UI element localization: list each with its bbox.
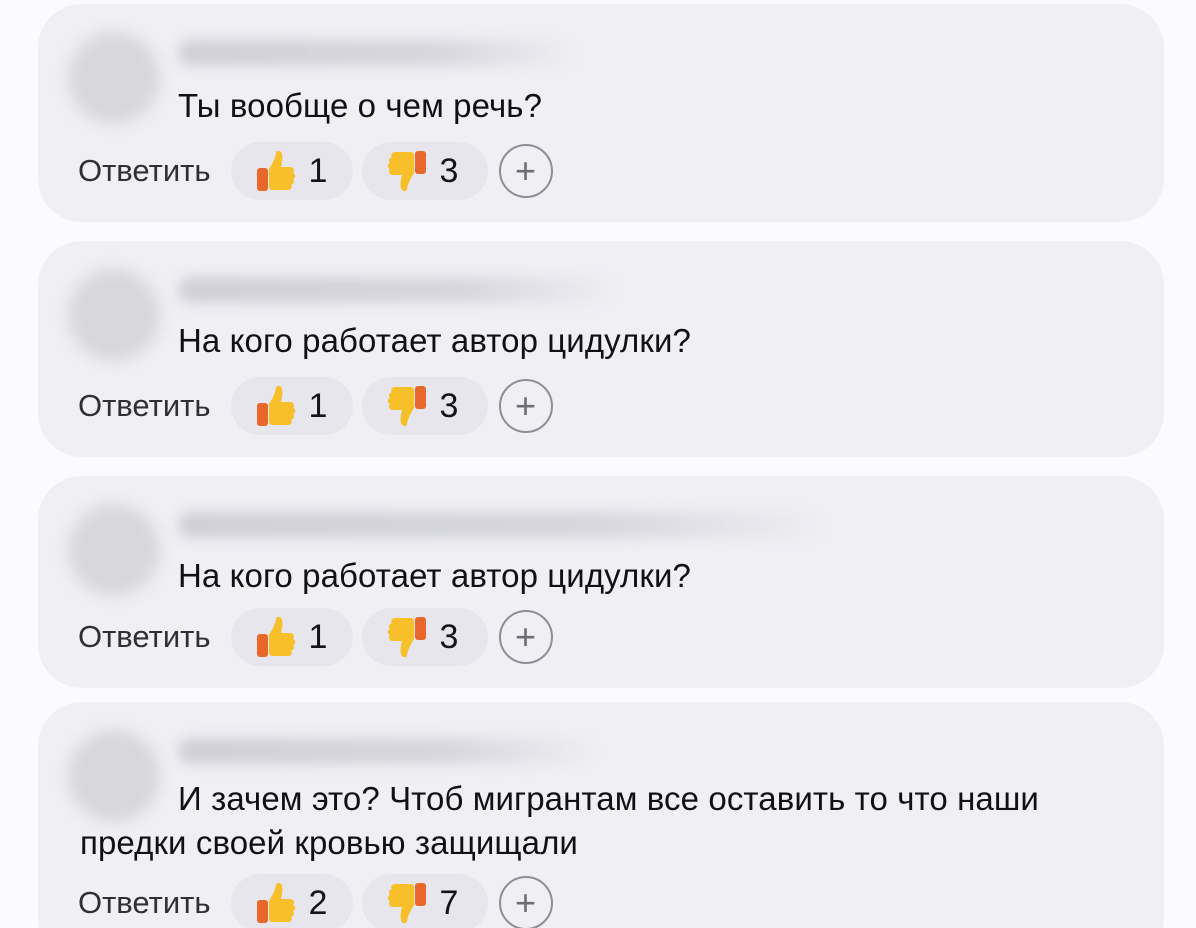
comment-card: И зачем это? Чтоб мигрантам все оставить… [38, 702, 1164, 928]
thumbs-down-icon [387, 151, 426, 192]
reply-button[interactable]: Ответить [78, 619, 211, 655]
dislike-reaction-button[interactable]: 3 [361, 142, 488, 200]
like-count: 1 [308, 151, 328, 190]
like-reaction-button[interactable]: 1 [230, 377, 353, 435]
like-count: 1 [308, 617, 328, 656]
comment-card: На кого работает автор цидулки? Ответить… [38, 476, 1164, 688]
comment-actions: Ответить 2 7 + [78, 874, 553, 928]
add-reaction-button[interactable]: + [498, 876, 553, 928]
dislike-count: 3 [439, 386, 459, 425]
comment-card: На кого работает автор цидулки? Ответить… [38, 241, 1164, 457]
reply-button[interactable]: Ответить [78, 388, 211, 424]
like-reaction-button[interactable]: 1 [230, 142, 353, 200]
comment-text: Ты вообще о чем речь? [178, 87, 543, 124]
add-reaction-button[interactable]: + [498, 610, 553, 664]
plus-icon: + [515, 150, 537, 191]
author-name-blurred[interactable] [178, 277, 618, 303]
reply-button[interactable]: Ответить [78, 153, 211, 189]
comments-feed: Ты вообще о чем речь? Ответить 1 3 + На … [0, 0, 1196, 928]
add-reaction-button[interactable]: + [498, 144, 553, 198]
plus-icon: + [515, 882, 537, 923]
comment-text: На кого работает автор цидулки? [178, 322, 691, 359]
thumbs-down-icon [387, 386, 426, 427]
dislike-count: 3 [439, 151, 459, 190]
author-name-blurred[interactable] [178, 738, 598, 764]
plus-icon: + [515, 385, 537, 426]
comment-actions: Ответить 1 3 + [78, 377, 553, 435]
dislike-reaction-button[interactable]: 7 [361, 874, 488, 928]
like-reaction-button[interactable]: 1 [230, 608, 353, 666]
comment-card: Ты вообще о чем речь? Ответить 1 3 + [38, 4, 1164, 222]
like-count: 2 [308, 883, 328, 922]
thumbs-down-icon [387, 883, 426, 924]
comment-text: И зачем это? Чтоб мигрантам все оставить… [80, 780, 1039, 861]
thumbs-up-icon [256, 150, 295, 191]
comment-actions: Ответить 1 3 + [78, 608, 553, 666]
dislike-count: 3 [439, 617, 459, 656]
dislike-count: 7 [439, 883, 459, 922]
add-reaction-button[interactable]: + [498, 379, 553, 433]
comment-actions: Ответить 1 3 + [78, 142, 553, 200]
thumbs-down-icon [387, 617, 426, 658]
comment-text: На кого работает автор цидулки? [178, 557, 691, 594]
reply-button[interactable]: Ответить [78, 885, 211, 921]
author-name-blurred[interactable] [178, 512, 828, 538]
like-reaction-button[interactable]: 2 [230, 874, 353, 928]
plus-icon: + [515, 616, 537, 657]
like-count: 1 [308, 386, 328, 425]
thumbs-up-icon [256, 882, 295, 923]
dislike-reaction-button[interactable]: 3 [361, 377, 488, 435]
dislike-reaction-button[interactable]: 3 [361, 608, 488, 666]
thumbs-up-icon [256, 616, 295, 657]
author-name-blurred[interactable] [178, 40, 578, 66]
thumbs-up-icon [256, 385, 295, 426]
